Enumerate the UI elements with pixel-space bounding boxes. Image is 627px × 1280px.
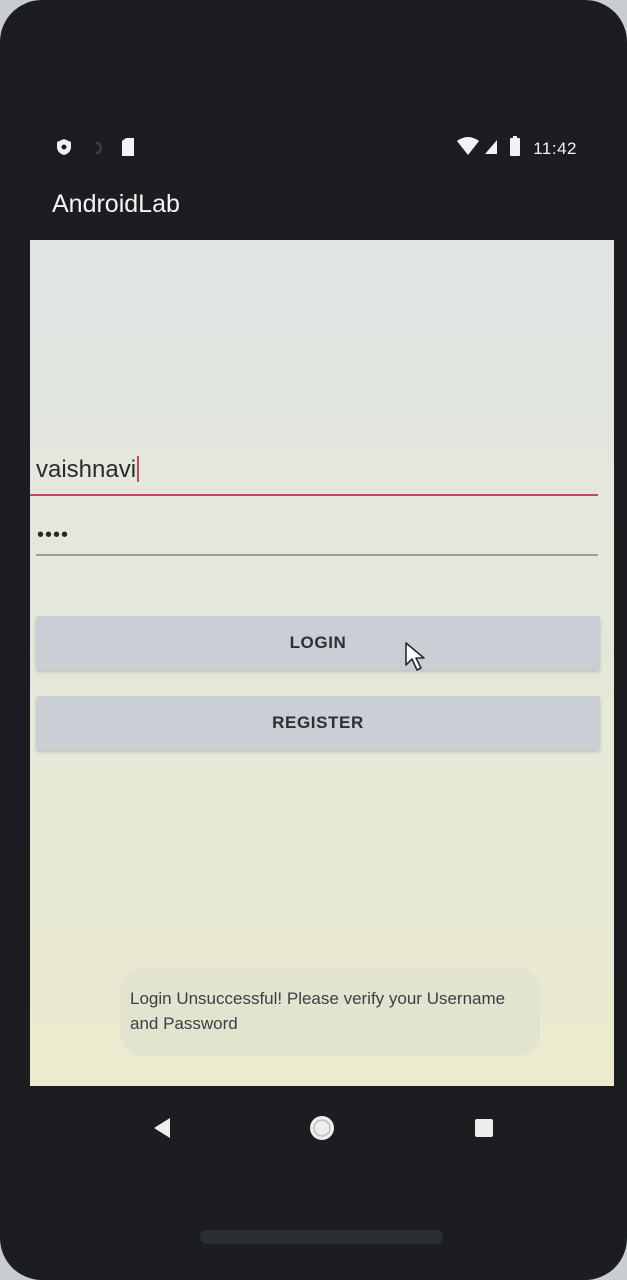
status-time: 11:42 <box>533 138 577 158</box>
login-screen: vaishnavi •••• LOGIN REGISTER Login Unsu… <box>30 240 614 1086</box>
app-bar: AndroidLab <box>30 172 597 240</box>
shield-icon <box>56 138 72 161</box>
register-button[interactable]: REGISTER <box>36 696 600 750</box>
text-cursor <box>137 456 140 482</box>
sim-card-icon <box>120 138 136 161</box>
cell-signal-icon <box>485 139 498 159</box>
status-bar: 11:42 <box>30 132 597 166</box>
app-title: AndroidLab <box>52 190 180 218</box>
password-value: •••• <box>37 524 70 546</box>
username-field[interactable]: vaishnavi <box>30 456 598 496</box>
battery-icon <box>509 136 521 161</box>
username-value: vaishnavi <box>36 456 137 483</box>
navigation-bar <box>30 1090 597 1170</box>
phone-frame: 11:42 AndroidLab vaishnavi •••• LOGIN RE… <box>0 0 627 1280</box>
back-icon[interactable] <box>142 1108 182 1148</box>
home-indicator <box>200 1230 443 1244</box>
sync-icon <box>90 140 103 160</box>
mouse-pointer-icon <box>405 642 425 671</box>
status-bar-right: 11:42 <box>457 136 577 161</box>
home-icon[interactable] <box>302 1108 342 1148</box>
recents-icon[interactable] <box>464 1108 504 1148</box>
toast-message: Login Unsuccessful! Please verify your U… <box>120 968 540 1056</box>
register-button-label: REGISTER <box>272 713 364 732</box>
status-bar-left <box>56 138 136 161</box>
login-button[interactable]: LOGIN <box>36 616 600 670</box>
wifi-icon <box>457 137 480 160</box>
login-button-label: LOGIN <box>289 633 347 652</box>
password-field[interactable]: •••• <box>36 524 598 556</box>
toast-text: Login Unsuccessful! Please verify your U… <box>130 989 506 1033</box>
